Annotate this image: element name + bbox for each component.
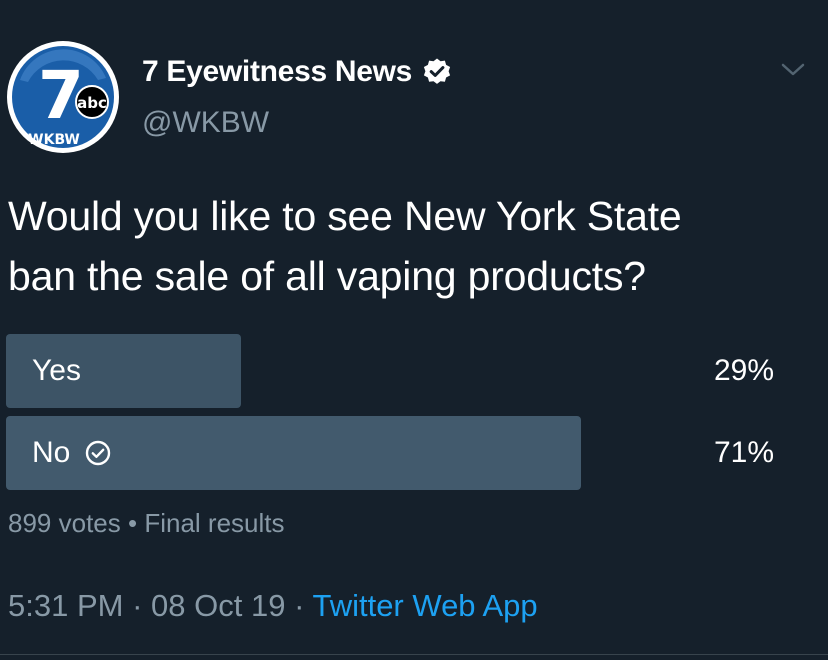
avatar[interactable]: 7 abc WKBW (6, 40, 120, 154)
poll-option-label: Yes (32, 334, 81, 408)
poll-percentage: 71% (713, 436, 774, 469)
poll-percentage: 29% (713, 354, 774, 387)
check-circle-icon (86, 440, 111, 466)
display-name-row: 7 Eyewitness News (142, 52, 452, 92)
meta-separator: · (132, 588, 143, 623)
poll-separator: • (127, 508, 138, 538)
verified-badge-icon (423, 58, 451, 84)
wkbw-logo-icon: 7 abc WKBW (7, 41, 119, 153)
poll-status: Final results (144, 508, 285, 538)
tweet-text: Would you like to see New York State ban… (8, 186, 818, 306)
tweet-card: 7 abc WKBW 7 Eyewitness News @WKBW Would… (0, 0, 828, 660)
tweet-date[interactable]: 08 Oct 19 (151, 588, 285, 623)
meta-separator: · (294, 588, 305, 623)
poll-vote-count: 899 votes (8, 508, 121, 538)
poll-option-no[interactable]: No 71% (6, 416, 816, 490)
tweet-metadata: 5:31 PM · 08 Oct 19 · Twitter Web App (8, 588, 538, 624)
divider (0, 654, 828, 655)
poll-option-text: Yes (32, 354, 81, 387)
chevron-down-icon[interactable] (780, 60, 806, 80)
avatar-network: abc (77, 94, 107, 112)
tweet-text-line: Would you like to see New York State (8, 193, 682, 239)
tweet-time[interactable]: 5:31 PM (8, 588, 123, 623)
poll-option-label: No (32, 416, 112, 490)
poll-summary: 899 votes • Final results (8, 508, 284, 539)
avatar-callsign: WKBW (28, 132, 80, 148)
poll-option-text: No (32, 436, 71, 469)
user-handle[interactable]: @WKBW (142, 106, 269, 140)
display-name[interactable]: 7 Eyewitness News (142, 55, 412, 89)
poll-option-yes[interactable]: Yes 29% (6, 334, 816, 408)
tweet-text-line: ban the sale of all vaping products? (8, 253, 646, 299)
tweet-source-link[interactable]: Twitter Web App (312, 588, 537, 623)
